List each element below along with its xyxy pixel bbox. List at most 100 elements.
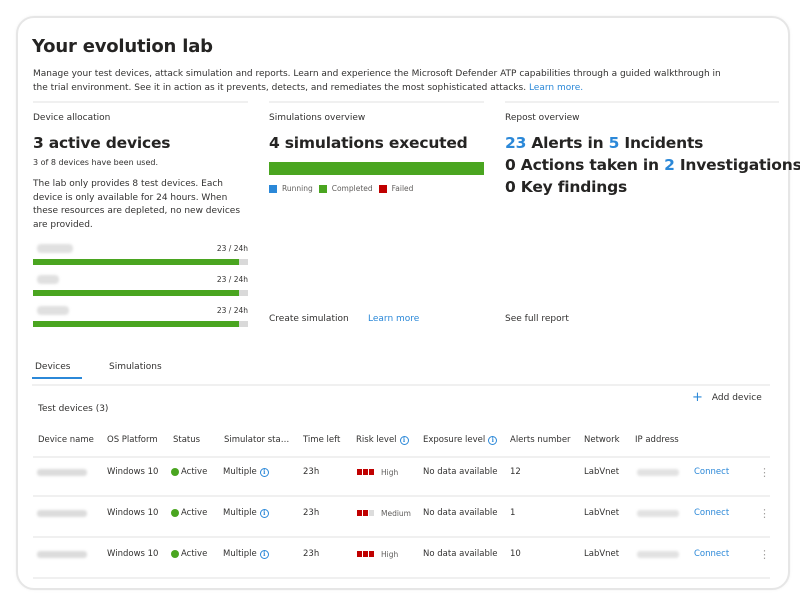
ip-address-cell <box>637 498 679 528</box>
alerts-number-cell: 1 <box>510 508 516 518</box>
legend-label: Failed <box>391 184 414 193</box>
os-platform-cell: Windows 10 <box>107 508 159 518</box>
connect-link[interactable]: Connect <box>694 457 729 487</box>
risk-level-indicator <box>357 510 375 516</box>
risk-bar <box>369 551 374 557</box>
status-label: Active <box>181 467 208 477</box>
column-header-simulator-status[interactable]: Simulator sta… <box>224 435 289 445</box>
legend-completed: Completed <box>318 184 373 193</box>
active-status-dot-icon <box>171 509 179 517</box>
device-name-blurred <box>37 468 87 476</box>
incidents-count-link[interactable]: 5 <box>609 134 620 152</box>
active-devices-headline: 3 active devices <box>33 134 171 152</box>
device-name-blurred <box>37 275 59 284</box>
info-icon[interactable]: i <box>259 467 269 477</box>
status-cell: Active <box>171 457 207 487</box>
device-name-blurred <box>37 550 87 558</box>
usage-fill <box>33 321 239 327</box>
risk-label: Medium <box>381 508 411 518</box>
device-name-cell[interactable] <box>37 457 87 487</box>
risk-level-indicator <box>357 551 375 557</box>
description-text: Manage your test devices, attack simulat… <box>33 69 721 93</box>
risk-level-indicator <box>357 469 375 475</box>
learn-more-link[interactable]: Learn more. <box>529 83 583 93</box>
device-name-cell[interactable] <box>37 539 87 569</box>
status-label: Active <box>181 549 208 559</box>
info-icon[interactable]: i <box>259 508 269 518</box>
ip-address-blurred <box>637 550 679 558</box>
risk-bar <box>357 510 362 516</box>
header-label: Exposure level <box>423 435 486 445</box>
row-divider <box>33 495 770 497</box>
risk-label: High <box>381 549 399 559</box>
tab-simulations[interactable]: Simulations <box>109 362 162 372</box>
connect-link[interactable]: Connect <box>694 498 729 528</box>
completed-swatch-icon <box>318 184 327 193</box>
ip-address-blurred <box>637 509 679 517</box>
column-header-alerts-number[interactable]: Alerts number <box>510 435 571 445</box>
table-row[interactable]: Windows 10 Active Multiple i 23h Medium No dat… <box>33 498 770 538</box>
devices-used-text: 3 of 8 devices have been used. <box>33 158 158 167</box>
simulations-status-bar <box>269 162 484 175</box>
column-header-time-left[interactable]: Time left <box>303 435 340 445</box>
running-swatch-icon <box>269 184 277 193</box>
usage-track <box>33 290 248 296</box>
table-row[interactable]: Windows 10 Active Multiple i 23h High No data … <box>33 539 770 579</box>
time-left-cell: 23h <box>303 467 320 477</box>
alerts-count-link[interactable]: 23 <box>505 134 526 152</box>
active-status-dot-icon <box>171 550 179 558</box>
column-header-ip-address[interactable]: IP address <box>635 435 679 445</box>
risk-bar <box>363 469 368 475</box>
column-header-device-name[interactable]: Device name <box>38 435 94 445</box>
device-allocation-label: Device allocation <box>33 113 111 123</box>
risk-bar <box>357 469 362 475</box>
risk-bar <box>363 510 368 516</box>
more-options-icon[interactable]: ⋮ <box>759 457 770 487</box>
divider <box>269 101 484 103</box>
column-header-status[interactable]: Status <box>173 435 200 445</box>
add-device-label: Add device <box>711 393 762 403</box>
active-tab-indicator <box>32 377 82 379</box>
connect-link[interactable]: Connect <box>694 539 729 569</box>
device-name-blurred <box>37 306 69 315</box>
column-header-risk-level[interactable]: Risk level i <box>356 435 409 445</box>
see-full-report-button[interactable]: See full report <box>505 314 569 324</box>
device-usage-value: 23 / 24h <box>216 275 248 284</box>
tab-devices[interactable]: Devices <box>35 362 70 372</box>
risk-level-cell: Medium <box>357 498 411 528</box>
create-simulation-button[interactable]: Create simulation <box>269 314 349 324</box>
network-cell: LabVnet <box>584 467 620 477</box>
os-platform-cell: Windows 10 <box>107 549 159 559</box>
info-icon[interactable]: i <box>488 435 498 445</box>
simulations-learn-more-link[interactable]: Learn more <box>368 314 419 324</box>
simulator-status-cell: Multiple i <box>223 539 269 569</box>
simulations-headline: 4 simulations executed <box>269 134 468 152</box>
column-header-network[interactable]: Network <box>584 435 620 445</box>
row-divider <box>33 536 770 538</box>
table-row[interactable]: Windows 10 Active Multiple i 23h High No data … <box>33 457 770 497</box>
exposure-level-cell: No data available <box>423 467 498 477</box>
device-name-cell[interactable] <box>37 498 87 528</box>
alerts-text: Alerts in <box>526 134 609 152</box>
divider <box>505 101 779 103</box>
legend-failed: Failed <box>378 184 414 193</box>
column-header-os-platform[interactable]: OS Platform <box>107 435 158 445</box>
add-device-button[interactable]: + Add device <box>692 391 762 404</box>
exposure-level-cell: No data available <box>423 508 498 518</box>
status-cell: Active <box>171 498 207 528</box>
usage-fill <box>33 259 239 265</box>
risk-label: High <box>381 467 399 477</box>
more-options-icon[interactable]: ⋮ <box>759 498 770 528</box>
alerts-number-cell: 10 <box>510 549 521 559</box>
risk-bar <box>357 551 362 557</box>
device-name-blurred <box>37 509 87 517</box>
usage-fill <box>33 290 239 296</box>
info-icon[interactable]: i <box>259 549 269 559</box>
investigations-count-link[interactable]: 2 <box>664 156 675 174</box>
more-options-icon[interactable]: ⋮ <box>759 539 770 569</box>
info-icon[interactable]: i <box>399 435 409 445</box>
time-left-cell: 23h <box>303 508 320 518</box>
simulator-status-cell: Multiple i <box>223 457 269 487</box>
alerts-incidents-line: 23 Alerts in 5 Incidents <box>505 134 703 152</box>
column-header-exposure-level[interactable]: Exposure level i <box>423 435 498 445</box>
